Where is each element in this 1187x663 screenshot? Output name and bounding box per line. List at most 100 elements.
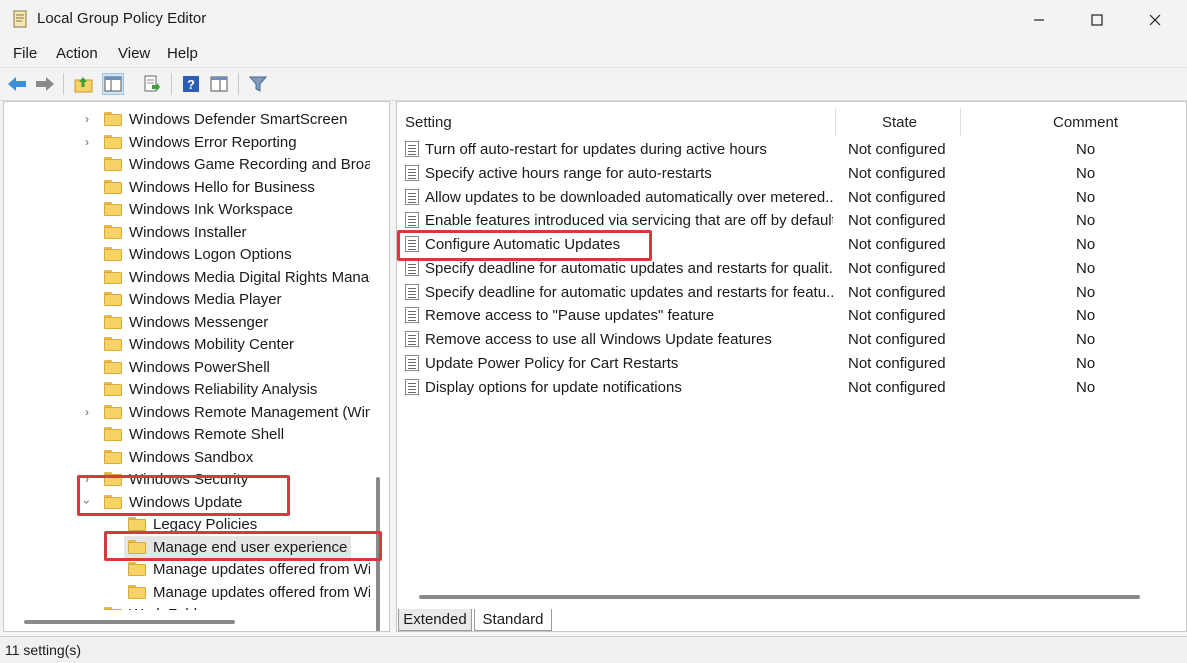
table-row[interactable]: Enable features introduced via servicing… (397, 209, 1186, 232)
menu-action[interactable]: Action (56, 45, 98, 62)
tree-item-label: Windows Remote Management (WinRM) (129, 403, 390, 421)
tree-item-manage-end-user-experience[interactable]: Manage end user experience (124, 536, 352, 558)
tree-item[interactable]: Windows Media Player (104, 288, 282, 310)
tree-item-label: Windows Update (129, 493, 243, 511)
folder-icon (128, 562, 146, 576)
table-row[interactable]: Allow updates to be downloaded automatic… (397, 186, 1186, 209)
comment-cell: No (1076, 236, 1096, 253)
tree-item[interactable]: › Windows Defender SmartScreen (84, 108, 347, 130)
folder-icon (104, 135, 122, 149)
tree-item[interactable]: Windows PowerShell (104, 356, 270, 378)
tree-item[interactable]: Windows Hello for Business (104, 176, 315, 198)
table-row[interactable]: Turn off auto-restart for updates during… (397, 138, 1186, 161)
tree-item[interactable]: › Windows Error Reporting (84, 131, 297, 153)
status-text: 11 setting(s) (5, 642, 81, 658)
table-row[interactable]: Specify active hours range for auto-rest… (397, 162, 1186, 185)
tree-item[interactable]: Windows Messenger (104, 311, 268, 333)
tree-item-label: Windows Error Reporting (129, 133, 297, 151)
menu-view[interactable]: View (118, 45, 150, 62)
export-list-button[interactable] (141, 73, 163, 95)
tree-item[interactable]: Windows Reliability Analysis (104, 378, 317, 400)
tab-extended[interactable]: Extended (398, 609, 472, 631)
table-row[interactable]: Remove access to "Pause updates" feature… (397, 304, 1186, 327)
chevron-right-icon[interactable]: › (81, 135, 93, 149)
comment-cell: No (1076, 379, 1096, 396)
tree-item-label: Manage end user experience (153, 538, 348, 556)
tree-item[interactable]: › Windows Security (84, 468, 248, 490)
forward-button[interactable] (34, 73, 56, 95)
table-row[interactable]: Update Power Policy for Cart Restarts Not… (397, 352, 1186, 375)
tree-item[interactable]: Windows Logon Options (104, 243, 292, 265)
comment-cell: No (1076, 212, 1096, 229)
tree-item[interactable]: Legacy Policies (128, 513, 257, 535)
comment-cell: No (1076, 165, 1096, 182)
setting-cell: Configure Automatic Updates (425, 236, 621, 253)
horizontal-scrollbar-thumb[interactable] (24, 620, 235, 624)
column-divider[interactable] (835, 108, 836, 136)
menu-help[interactable]: Help (167, 45, 198, 62)
close-button[interactable] (1126, 0, 1184, 40)
column-header-state[interactable]: State (882, 114, 917, 131)
setting-cell: Display options for update notifications (425, 379, 682, 396)
comment-cell: No (1076, 307, 1096, 324)
vertical-scrollbar-thumb[interactable] (376, 477, 380, 631)
tree-item-label: Windows Messenger (129, 313, 269, 331)
minimize-button[interactable] (1010, 0, 1068, 40)
policy-editor-app-icon (13, 10, 27, 28)
tab-standard[interactable]: Standard (474, 609, 552, 631)
tree-item[interactable]: Windows Media Digital Rights Management (104, 266, 389, 288)
tree-item-label: Windows Media Player (129, 290, 282, 308)
settings-list-pane[interactable]: Setting State Comment Turn off auto-rest… (396, 101, 1187, 632)
setting-cell: Specify deadline for automatic updates a… (425, 260, 833, 277)
menu-file[interactable]: File (13, 45, 37, 62)
column-header-comment[interactable]: Comment (1053, 114, 1118, 131)
filter-button[interactable] (247, 73, 269, 95)
chevron-right-icon[interactable]: › (81, 112, 93, 126)
folder-icon (104, 360, 122, 374)
chevron-down-icon[interactable]: › (80, 496, 94, 508)
policy-setting-icon (405, 212, 419, 228)
tree-item-label: Manage updates offered from Windows Upda… (153, 583, 389, 601)
setting-cell: Turn off auto-restart for updates during… (425, 141, 767, 158)
show-hide-tree-button[interactable] (102, 73, 124, 95)
table-row[interactable]: Display options for update notifications… (397, 376, 1186, 399)
column-header-setting[interactable]: Setting (405, 114, 452, 131)
chevron-right-icon[interactable]: › (81, 472, 93, 486)
toolbar-separator (63, 73, 64, 95)
tree-item-label: Windows Media Digital Rights Management (129, 268, 389, 286)
help-icon: ? (183, 76, 199, 92)
tree-item-label: Windows Security (129, 470, 249, 488)
properties-button[interactable] (208, 73, 230, 95)
policy-setting-icon (405, 355, 419, 371)
state-cell: Not configured (848, 284, 946, 301)
up-one-level-button[interactable] (73, 73, 95, 95)
tree-item[interactable]: Manage updates offered from Windows Upda… (128, 581, 389, 603)
tree-item[interactable]: Windows Sandbox (104, 446, 253, 468)
help-button[interactable]: ? (180, 73, 202, 95)
column-divider[interactable] (960, 108, 961, 136)
tree-item[interactable]: Windows Installer (104, 221, 247, 243)
tree-item[interactable]: Manage updates offered from Windows Serv… (128, 558, 389, 580)
tree-pane[interactable]: › Windows Defender SmartScreen › Windows… (3, 101, 390, 632)
tree-item[interactable]: Windows Mobility Center (104, 333, 294, 355)
back-button[interactable] (6, 73, 28, 95)
table-row[interactable]: Specify deadline for automatic updates a… (397, 257, 1186, 280)
maximize-button[interactable] (1068, 0, 1126, 40)
chevron-right-icon[interactable]: › (81, 405, 93, 419)
tree-item[interactable]: Windows Game Recording and Broadcasting (104, 153, 389, 175)
horizontal-scrollbar-thumb[interactable] (419, 595, 1140, 599)
tree-item[interactable]: Windows Ink Workspace (104, 198, 293, 220)
tree-item-label: Windows Defender SmartScreen (129, 110, 348, 128)
maximize-icon (1091, 14, 1103, 26)
table-row-configure-automatic-updates[interactable]: Configure Automatic Updates Not configure… (397, 233, 1186, 256)
folder-icon (104, 315, 122, 329)
table-row[interactable]: Specify deadline for automatic updates a… (397, 281, 1186, 304)
tree-item-label: Windows Game Recording and Broadcasting (129, 155, 389, 173)
tree-item[interactable]: Windows Remote Shell (104, 423, 284, 445)
filter-icon (249, 76, 267, 92)
tree-item-windows-update[interactable]: › Windows Update (80, 491, 243, 513)
tree-item-label: Windows Mobility Center (129, 335, 295, 353)
table-row[interactable]: Remove access to use all Windows Update … (397, 328, 1186, 351)
tree-item-label: Windows Remote Shell (129, 425, 285, 443)
tree-item[interactable]: › Windows Remote Management (WinRM) (81, 401, 390, 423)
